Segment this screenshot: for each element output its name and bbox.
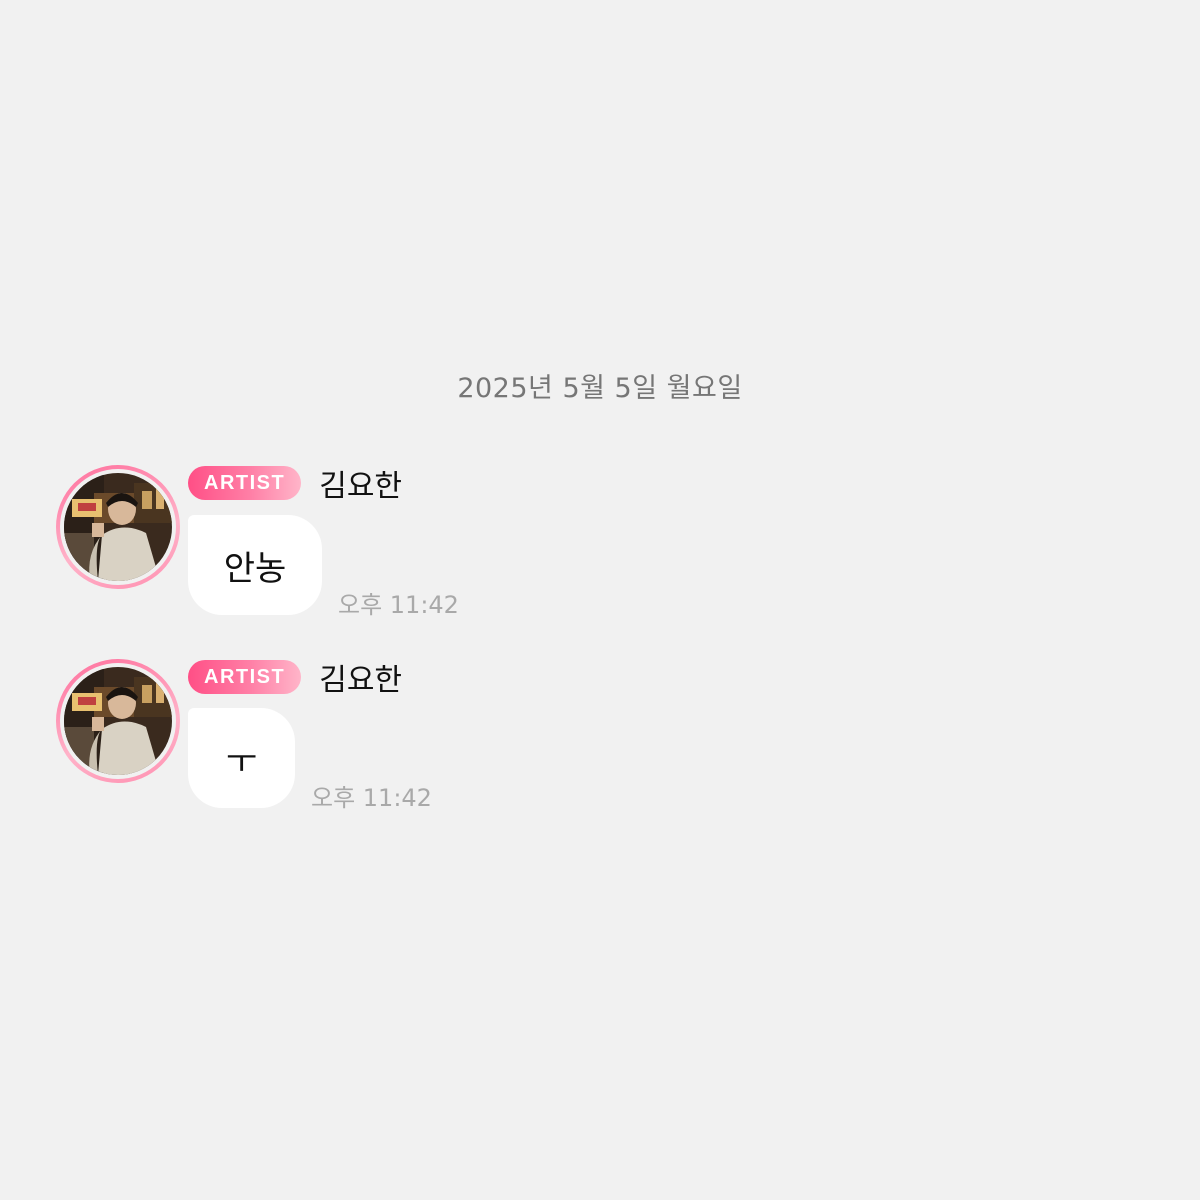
avatar-photo (64, 473, 172, 581)
chat-area: 2025년 5월 5일 월요일 ARTIST 김요한 안농 오후 11:42 A… (0, 0, 1200, 1200)
avatar[interactable] (56, 465, 180, 589)
artist-badge: ARTIST (188, 466, 302, 500)
sender-name[interactable]: 김요한 (319, 461, 402, 505)
sender-name[interactable]: 김요한 (319, 655, 402, 699)
message-timestamp: 오후 11:42 (311, 784, 432, 812)
message-bubble[interactable]: ㅜ (188, 708, 295, 808)
message-header: ARTIST 김요한 (188, 659, 402, 698)
date-divider: 2025년 5월 5일 월요일 (457, 373, 743, 404)
artist-badge: ARTIST (188, 660, 302, 694)
message-timestamp: 오후 11:42 (338, 591, 459, 619)
avatar[interactable] (56, 659, 180, 783)
message-header: ARTIST 김요한 (188, 465, 402, 504)
message-bubble[interactable]: 안농 (188, 515, 322, 615)
avatar-photo (64, 667, 172, 775)
